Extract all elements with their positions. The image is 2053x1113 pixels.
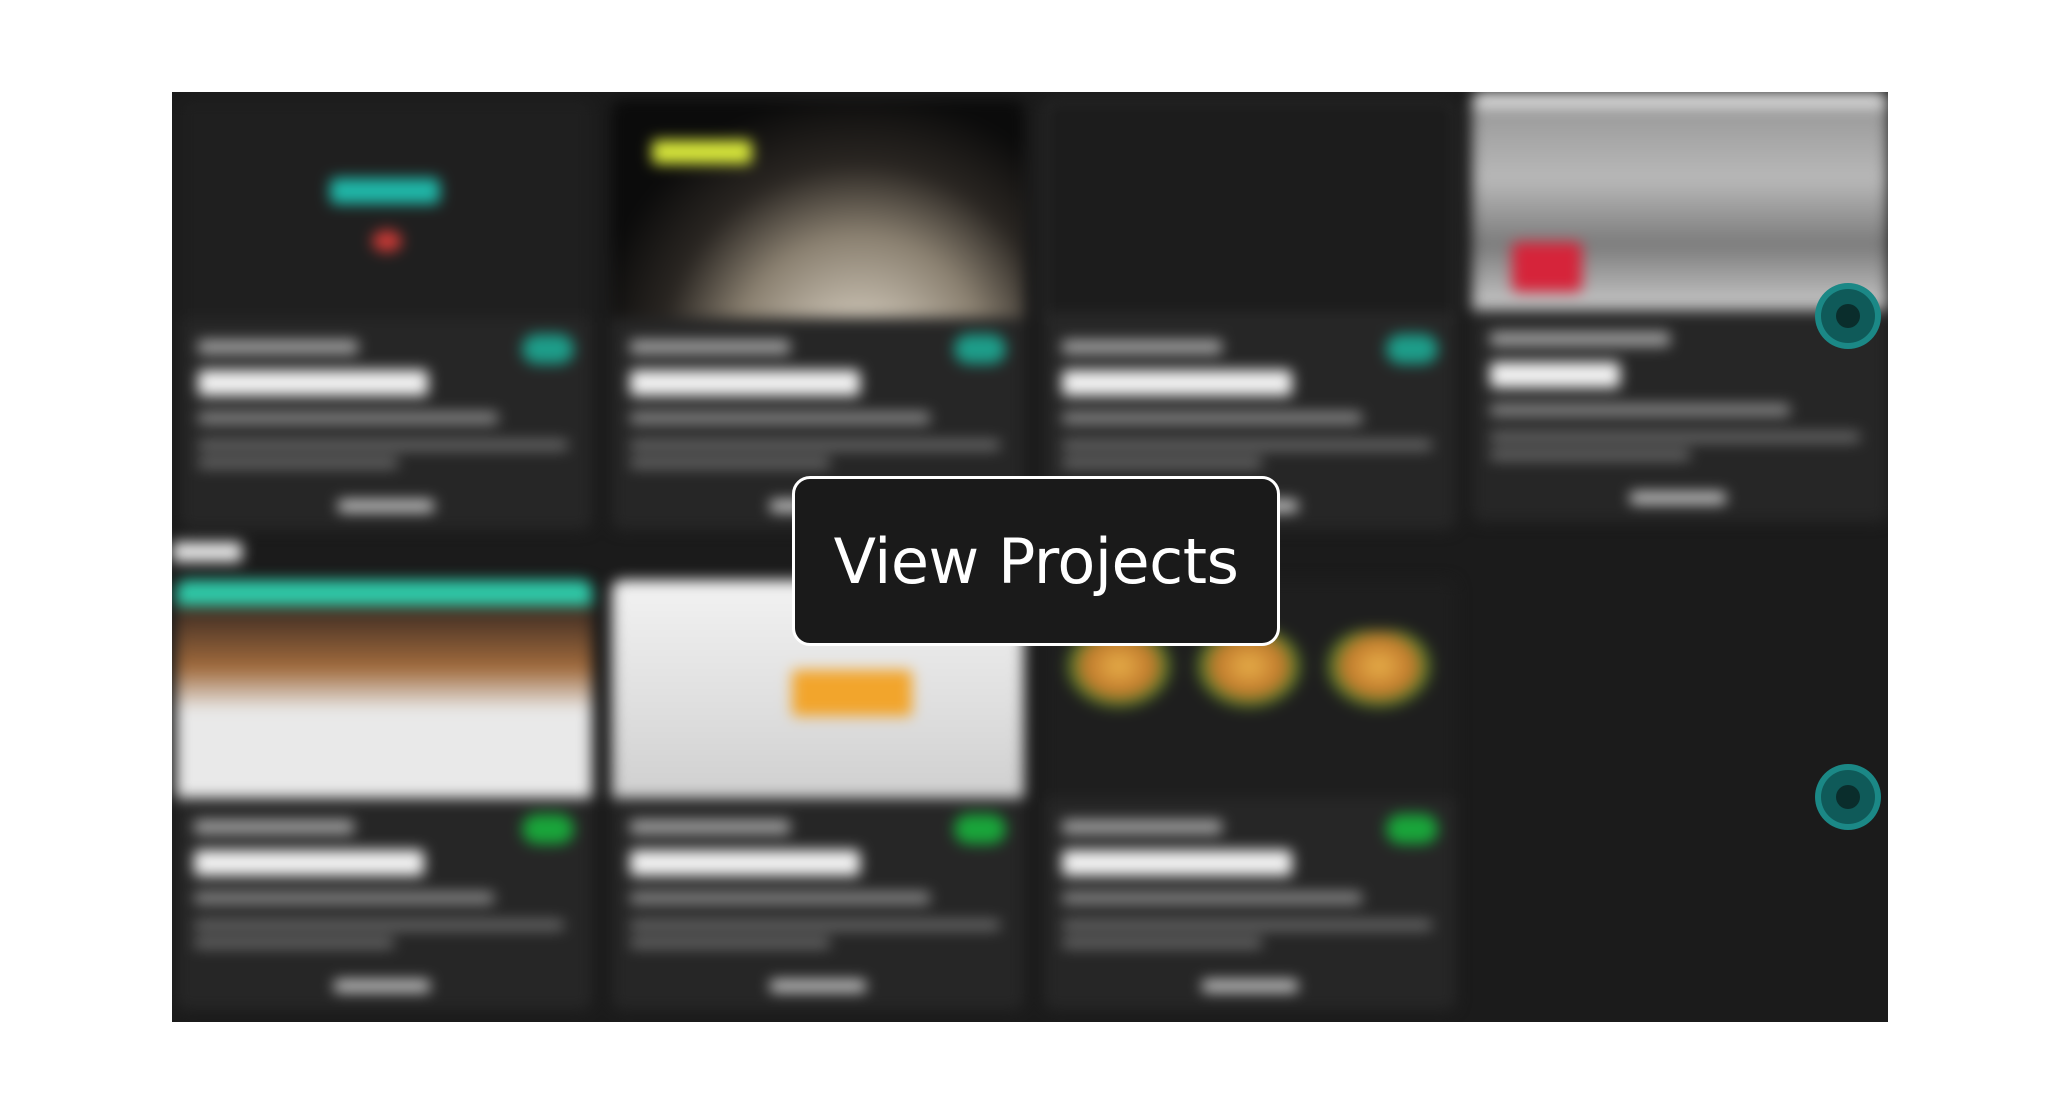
project-thumbnail bbox=[1044, 100, 1456, 318]
project-card[interactable] bbox=[180, 100, 592, 530]
project-thumbnail bbox=[1472, 92, 1888, 310]
project-thumbnail bbox=[176, 580, 592, 798]
section-heading bbox=[172, 542, 242, 562]
project-card[interactable] bbox=[176, 580, 592, 1010]
status-badge bbox=[954, 334, 1006, 364]
project-card[interactable] bbox=[1044, 100, 1456, 530]
status-badge bbox=[1386, 334, 1438, 364]
project-card[interactable] bbox=[612, 100, 1024, 530]
project-thumbnail bbox=[180, 100, 592, 318]
status-badge bbox=[522, 814, 574, 844]
view-project-link[interactable] bbox=[770, 980, 866, 992]
scroll-button-icon[interactable] bbox=[1821, 289, 1875, 343]
status-badge bbox=[1386, 814, 1438, 844]
status-badge bbox=[522, 334, 574, 364]
view-projects-button[interactable]: View Projects bbox=[792, 476, 1280, 646]
project-thumbnail bbox=[612, 100, 1024, 318]
status-badge bbox=[954, 814, 1006, 844]
scroll-button-icon[interactable] bbox=[1821, 770, 1875, 824]
view-project-link[interactable] bbox=[1202, 980, 1298, 992]
view-project-link[interactable] bbox=[338, 500, 434, 512]
view-project-link[interactable] bbox=[334, 980, 430, 992]
view-project-link[interactable] bbox=[1630, 492, 1726, 504]
